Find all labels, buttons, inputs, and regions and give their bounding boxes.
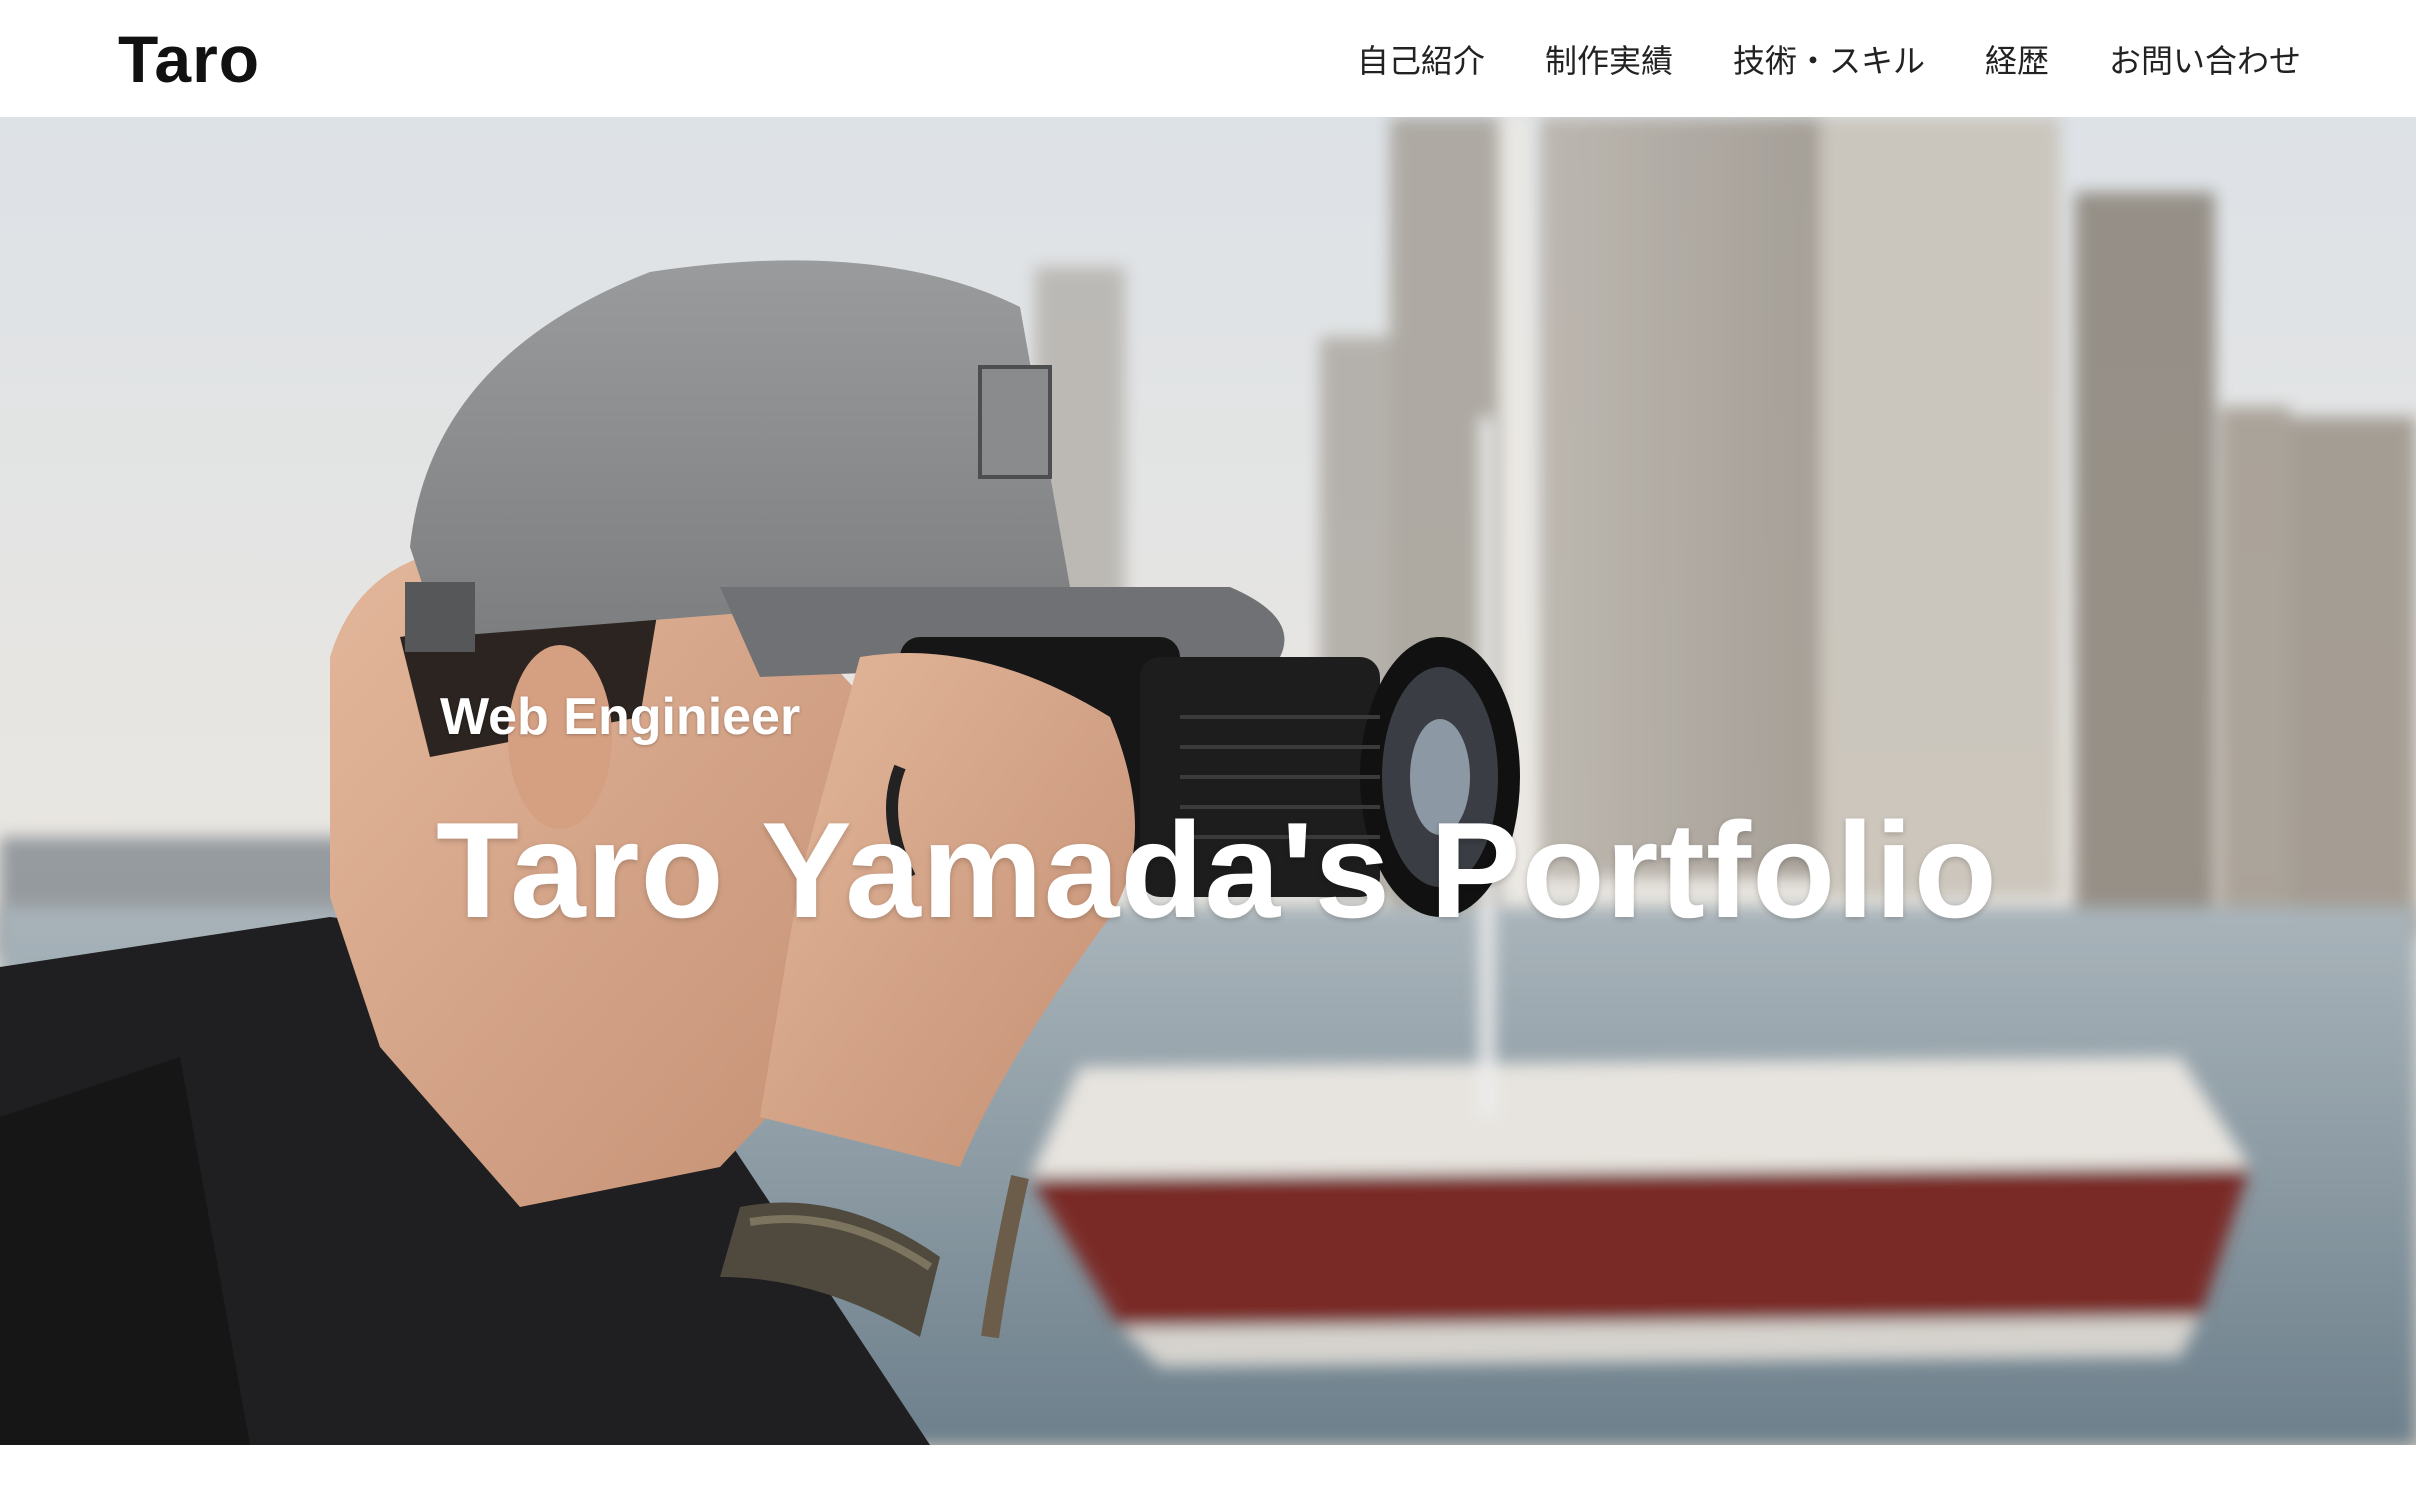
- hero-background-photo: [0, 117, 2416, 1445]
- site-header: Taro 自己紹介 制作実績 技術・スキル 経歴 お問い合わせ: [0, 0, 2416, 117]
- hero-subtitle: Web Enginieer: [440, 688, 801, 746]
- hero-section: Web Enginieer Taro Yamada's Portfolio: [0, 117, 2416, 1445]
- hero-title: Taro Yamada's Portfolio: [436, 794, 1998, 946]
- page-below-hero: [0, 1445, 2416, 1502]
- nav-item-career[interactable]: 経歴: [1985, 36, 2049, 82]
- nav-item-contact[interactable]: お問い合わせ: [2109, 36, 2301, 82]
- nav-item-skills[interactable]: 技術・スキル: [1733, 36, 1925, 82]
- site-logo[interactable]: Taro: [118, 21, 260, 97]
- main-nav: 自己紹介 制作実績 技術・スキル 経歴 お問い合わせ: [1357, 36, 2301, 82]
- nav-item-about[interactable]: 自己紹介: [1357, 36, 1485, 82]
- nav-item-works[interactable]: 制作実績: [1545, 36, 1673, 82]
